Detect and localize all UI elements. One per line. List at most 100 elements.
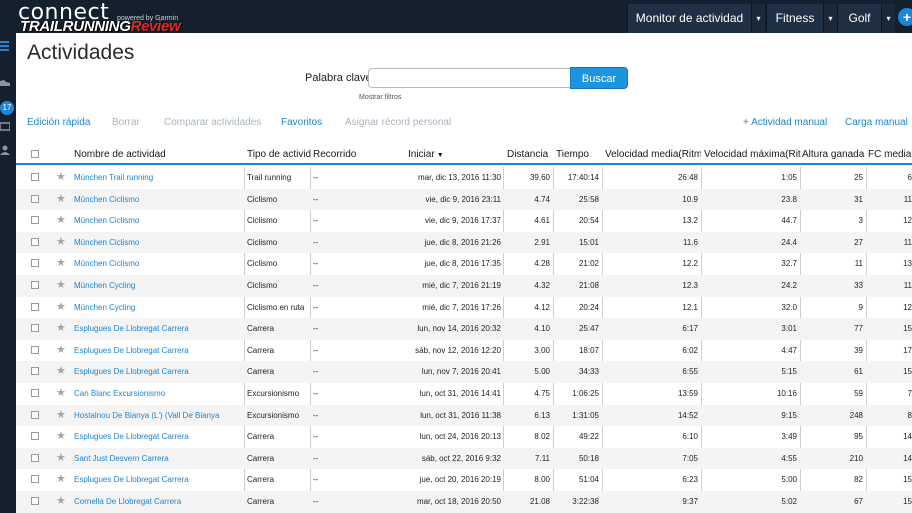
favorite-star-icon[interactable]: ★ bbox=[56, 448, 66, 468]
shoe-icon[interactable] bbox=[0, 77, 10, 87]
activity-name-link[interactable]: Hostalnou De Bianya (L') (Vall De Bianya bbox=[74, 405, 242, 427]
favorite-star-icon[interactable]: ★ bbox=[56, 189, 66, 209]
table-row[interactable]: ★ Esplugues De Llobregat Carrera Carrera --… bbox=[16, 318, 912, 340]
favorite-star-icon[interactable]: ★ bbox=[56, 210, 66, 230]
table-row[interactable]: ★ Esplugues De Llobregat Carrera Carrera --… bbox=[16, 469, 912, 491]
table-row[interactable]: ★ Esplugues De Llobregat Carrera Carrera --… bbox=[16, 340, 912, 362]
search-input[interactable] bbox=[368, 68, 572, 88]
user-icon[interactable] bbox=[0, 145, 10, 155]
table-row[interactable]: ★ Esplugues De Llobregat Carrera Carrera --… bbox=[16, 361, 912, 383]
row-checkbox[interactable] bbox=[31, 302, 39, 311]
activity-name-link[interactable]: Esplugues De Llobregat Carrera bbox=[74, 340, 242, 362]
table-row[interactable]: ★ Sant Just Desvern Carrera Carrera -- sáb, … bbox=[16, 447, 912, 470]
activity-name-link[interactable]: Cornella De Llobregat Carrera bbox=[74, 491, 242, 513]
activity-name-link[interactable]: Esplugues De Llobregat Carrera bbox=[74, 469, 242, 491]
header-start[interactable]: Iniciar ▼ bbox=[408, 149, 503, 160]
quick-edit-button[interactable]: Edición rápida bbox=[27, 117, 90, 129]
favorite-star-icon[interactable]: ★ bbox=[56, 405, 66, 425]
header-distance[interactable]: Distancia bbox=[507, 149, 555, 160]
favorite-star-icon[interactable]: ★ bbox=[56, 491, 66, 511]
activity-max-speed: 44.7 bbox=[781, 216, 797, 226]
activity-name-link[interactable]: München Ciclismo bbox=[74, 189, 242, 211]
row-checkbox[interactable] bbox=[31, 410, 39, 419]
header-elevation[interactable]: Altura ganada bbox=[802, 149, 866, 160]
favorite-star-icon[interactable]: ★ bbox=[56, 383, 66, 403]
header-max-speed[interactable]: Velocidad máxima(Ritm bbox=[704, 149, 801, 160]
show-filters-link[interactable]: Mostrar filtros bbox=[359, 94, 401, 101]
notification-badge[interactable]: 17 bbox=[0, 101, 14, 115]
nav-fitness-dropdown[interactable]: ▾ bbox=[823, 4, 837, 33]
activity-name-link[interactable]: Esplugues De Llobregat Carrera bbox=[74, 361, 242, 383]
add-widget-button[interactable]: + bbox=[898, 8, 912, 26]
table-row[interactable]: ★ Can Blanc Excursionismo Excursionismo -- l… bbox=[16, 383, 912, 405]
search-button[interactable]: Buscar bbox=[570, 67, 628, 89]
activity-name-link[interactable]: München Trail running bbox=[74, 167, 242, 189]
nav-golf[interactable]: Golf bbox=[837, 4, 881, 33]
activity-max-speed: 3:01 bbox=[781, 324, 797, 334]
assign-record-button[interactable]: Asignar récord personal bbox=[345, 117, 451, 129]
select-all-checkbox[interactable] bbox=[31, 150, 39, 158]
row-checkbox[interactable] bbox=[31, 345, 39, 354]
activity-max-speed: 32.7 bbox=[781, 259, 797, 269]
manual-activity-button[interactable]: + Actividad manual bbox=[743, 117, 827, 129]
compare-activities-button[interactable]: Comparar actividades bbox=[164, 117, 261, 129]
table-row[interactable]: ★ München Ciclismo Ciclismo -- jue, dic 8, 2… bbox=[16, 231, 912, 254]
activity-name-link[interactable]: Can Blanc Excursionismo bbox=[74, 383, 242, 405]
row-checkbox[interactable] bbox=[31, 194, 39, 203]
activity-name-link[interactable]: Esplugues De Llobregat Carrera bbox=[74, 318, 242, 340]
delete-button[interactable]: Borrar bbox=[112, 117, 140, 129]
row-checkbox[interactable] bbox=[31, 216, 39, 225]
table-row[interactable]: ★ München Ciclismo Ciclismo -- jue, dic 8, 2… bbox=[16, 253, 912, 275]
table-row[interactable]: ★ München Cycling Ciclismo -- mié, dic 7, 20… bbox=[16, 275, 912, 297]
row-checkbox[interactable] bbox=[31, 453, 39, 462]
header-route[interactable]: Recorrido bbox=[313, 149, 403, 160]
activity-name-link[interactable]: Esplugues De Llobregat Carrera bbox=[74, 426, 242, 448]
favorite-star-icon[interactable]: ★ bbox=[56, 361, 66, 381]
row-checkbox[interactable] bbox=[31, 475, 39, 484]
favorite-star-icon[interactable]: ★ bbox=[56, 232, 66, 252]
activity-name-link[interactable]: München Ciclismo bbox=[74, 232, 242, 254]
header-name[interactable]: Nombre de actividad bbox=[74, 149, 244, 160]
header-type[interactable]: Tipo de actividad bbox=[247, 149, 311, 160]
table-row[interactable]: ★ München Cycling Ciclismo en ruta -- mié, d… bbox=[16, 297, 912, 319]
row-checkbox[interactable] bbox=[31, 237, 39, 246]
header-avg-speed[interactable]: Velocidad media(Ritmo bbox=[605, 149, 701, 160]
favorite-star-icon[interactable]: ★ bbox=[56, 167, 66, 187]
nav-activity-monitor-dropdown[interactable]: ▾ bbox=[751, 4, 765, 33]
inbox-icon[interactable] bbox=[0, 121, 11, 131]
row-checkbox[interactable] bbox=[31, 173, 39, 181]
row-checkbox[interactable] bbox=[31, 367, 39, 376]
favorite-star-icon[interactable]: ★ bbox=[56, 469, 66, 489]
manual-upload-button[interactable]: Carga manual bbox=[845, 117, 908, 129]
table-row[interactable]: ★ Esplugues De Llobregat Carrera Carrera --… bbox=[16, 426, 912, 448]
table-row[interactable]: ★ München Trail running Trail running -- mar… bbox=[16, 167, 912, 189]
row-checkbox[interactable] bbox=[31, 259, 39, 268]
favorites-button[interactable]: Favoritos bbox=[281, 117, 322, 129]
row-checkbox[interactable] bbox=[31, 497, 39, 505]
favorite-star-icon[interactable]: ★ bbox=[56, 253, 66, 273]
table-row[interactable]: ★ Cornella De Llobregat Carrera Carrera -- m… bbox=[16, 491, 912, 513]
nav-fitness[interactable]: Fitness bbox=[766, 4, 823, 33]
activity-name-link[interactable]: München Ciclismo bbox=[74, 253, 242, 275]
favorite-star-icon[interactable]: ★ bbox=[56, 340, 66, 360]
row-checkbox[interactable] bbox=[31, 281, 39, 289]
header-hr-avg[interactable]: FC media bbox=[868, 149, 912, 160]
nav-golf-dropdown[interactable]: ▾ bbox=[881, 4, 895, 33]
activity-name-link[interactable]: München Cycling bbox=[74, 297, 242, 319]
favorite-star-icon[interactable]: ★ bbox=[56, 297, 66, 317]
table-row[interactable]: ★ Hostalnou De Bianya (L') (Vall De Biany… bbox=[16, 404, 912, 427]
activity-name-link[interactable]: Sant Just Desvern Carrera bbox=[74, 448, 242, 470]
table-row[interactable]: ★ München Ciclismo Ciclismo -- vie, dic 9, 2… bbox=[16, 188, 912, 211]
table-row[interactable]: ★ München Ciclismo Ciclismo -- vie, dic 9, 2… bbox=[16, 210, 912, 232]
header-time[interactable]: Tiempo bbox=[556, 149, 602, 160]
activity-name-link[interactable]: München Cycling bbox=[74, 275, 242, 297]
activity-name-link[interactable]: München Ciclismo bbox=[74, 210, 242, 232]
favorite-star-icon[interactable]: ★ bbox=[56, 318, 66, 338]
nav-activity-monitor[interactable]: Monitor de actividad bbox=[627, 4, 751, 33]
row-checkbox[interactable] bbox=[31, 432, 39, 441]
row-checkbox[interactable] bbox=[31, 324, 39, 333]
row-checkbox[interactable] bbox=[31, 389, 39, 397]
hamburger-menu-icon[interactable] bbox=[0, 41, 9, 51]
favorite-star-icon[interactable]: ★ bbox=[56, 426, 66, 446]
favorite-star-icon[interactable]: ★ bbox=[56, 275, 66, 295]
